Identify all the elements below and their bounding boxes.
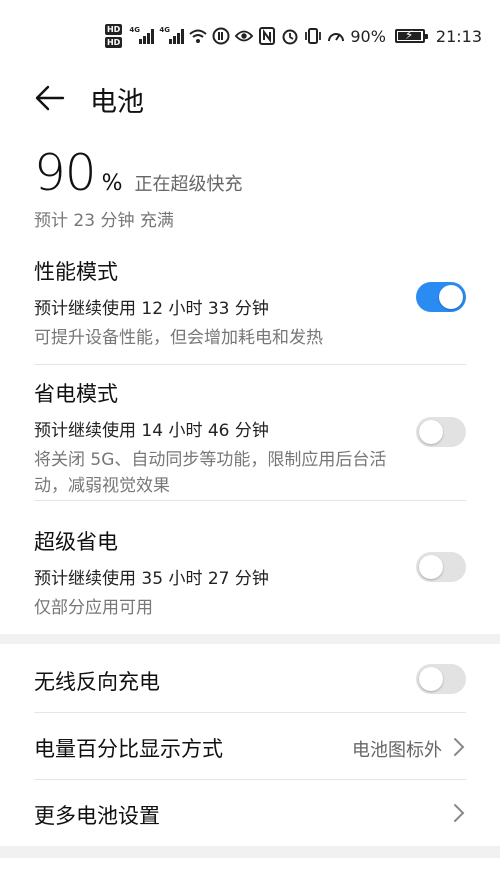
performance-mode-item[interactable]: 性能模式 预计继续使用 12 小时 33 分钟 可提升设备性能，但会增加耗电和发… — [34, 256, 466, 351]
charging-status: 正在超级快充 — [134, 174, 243, 195]
eye-comfort-icon — [235, 27, 254, 45]
network-type-2: 4G — [159, 26, 170, 34]
back-arrow-icon[interactable] — [34, 82, 66, 114]
wifi-icon — [189, 27, 207, 45]
signal-icon-1: 4G — [129, 26, 155, 44]
vibrate-icon — [304, 27, 322, 45]
mode-description: 仅部分应用可用 — [34, 598, 153, 618]
divider — [34, 500, 466, 501]
chevron-right-icon[interactable] — [452, 737, 466, 757]
status-icons: HD HD 4G 4G 90% ⚡ 21:13 — [104, 24, 482, 48]
status-bar: HD HD 4G 4G 90% ⚡ 21:13 — [0, 0, 500, 60]
battery-level: 90 — [34, 144, 97, 202]
section-separator — [0, 634, 500, 644]
data-saver-icon — [212, 27, 230, 45]
battery-percent-display-label[interactable]: 电量百分比显示方式 — [34, 733, 223, 763]
battery-unit: % — [101, 171, 123, 196]
nfc-icon — [258, 27, 276, 45]
wireless-reverse-charging-toggle[interactable] — [416, 664, 466, 694]
header: 电池 — [0, 74, 500, 120]
mode-estimate: 预计继续使用 35 小时 27 分钟 — [34, 569, 269, 589]
speed-icon — [327, 27, 345, 45]
mode-title: 超级省电 — [34, 530, 118, 554]
more-battery-settings-label[interactable]: 更多电池设置 — [34, 800, 160, 830]
battery-percent-status: 90% — [350, 26, 386, 46]
network-type-1: 4G — [129, 26, 140, 34]
mode-estimate: 预计继续使用 12 小时 33 分钟 — [34, 299, 269, 319]
hd-icon-1: HD — [104, 24, 123, 35]
hd-icon-2: HD — [104, 37, 123, 48]
mode-title: 省电模式 — [34, 382, 118, 406]
signal-icon-2: 4G — [159, 26, 185, 44]
chevron-right-icon[interactable] — [452, 803, 466, 823]
section-separator — [0, 846, 500, 858]
mode-description: 可提升设备性能，但会增加耗电和发热 — [34, 328, 323, 348]
page-title: 电池 — [90, 87, 144, 118]
battery-percent-display-value: 电池图标外 — [352, 740, 442, 761]
ultra-power-saving-toggle[interactable] — [416, 552, 466, 582]
power-saving-mode-toggle[interactable] — [416, 417, 466, 447]
hd-icons: HD HD — [104, 24, 123, 48]
wireless-reverse-charging-label[interactable]: 无线反向充电 — [34, 666, 160, 696]
divider — [34, 364, 466, 365]
charge-eta: 预计 23 分钟 充满 — [34, 211, 174, 231]
battery-level-display: 90 % 正在超级快充 — [34, 144, 243, 202]
mode-title: 性能模式 — [34, 260, 118, 284]
divider — [34, 712, 466, 713]
power-saving-mode-item[interactable]: 省电模式 预计继续使用 14 小时 46 分钟 将关闭 5G、自动同步等功能，限… — [34, 378, 466, 499]
mode-estimate: 预计继续使用 14 小时 46 分钟 — [34, 421, 269, 441]
ultra-power-saving-item[interactable]: 超级省电 预计继续使用 35 小时 27 分钟 仅部分应用可用 — [34, 526, 466, 621]
divider — [34, 779, 466, 780]
mode-description: 将关闭 5G、自动同步等功能，限制应用后台活动，减弱视觉效果 — [34, 450, 387, 496]
clock: 21:13 — [435, 26, 482, 46]
battery-icon: ⚡ — [394, 28, 428, 43]
alarm-icon — [281, 27, 299, 45]
performance-mode-toggle[interactable] — [416, 282, 466, 312]
